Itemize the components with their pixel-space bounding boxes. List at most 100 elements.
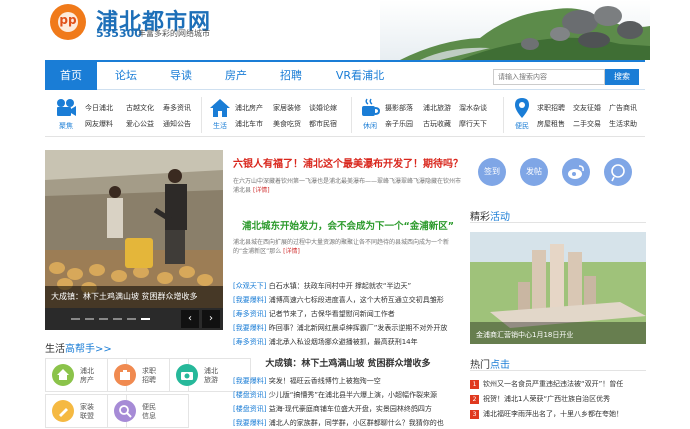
slider-dot[interactable]: [71, 318, 80, 320]
service-group-leisure: 休闲 摄影部落 浦北旅游 溜水杂谈 亲子乐园 古玩收藏 摩行天下: [355, 91, 505, 137]
building-render-image: [470, 232, 646, 344]
post-button[interactable]: 发帖: [520, 158, 548, 186]
headline-3[interactable]: 大成镇：林下土鸡满山坡 贫困群众增收多: [233, 356, 463, 369]
house-icon[interactable]: [209, 97, 231, 119]
service-link[interactable]: 房屋租售: [537, 119, 565, 129]
nav-realestate[interactable]: 房产: [210, 62, 262, 90]
nav-forum[interactable]: 论坛: [100, 62, 152, 90]
photo-slider[interactable]: 大成镇：林下土鸡满山坡 贫困群众增收多 ‹ ›: [45, 150, 223, 330]
life-helper-title[interactable]: 生活高帮手>>: [45, 340, 112, 355]
checkin-button[interactable]: 签到: [478, 158, 506, 186]
divider: [503, 97, 504, 133]
service-link[interactable]: 浦北房产: [235, 103, 263, 113]
camera-icon: [176, 364, 198, 386]
service-label-convenience[interactable]: 便民: [507, 121, 537, 131]
slide-caption[interactable]: 大成镇：林下土鸡满山坡 贫困群众增收多: [45, 286, 223, 308]
site-header: pp 浦北都市网 535300 丰富多彩的网络城市: [0, 0, 690, 60]
service-group-focus: 聚焦 今日浦北 古越文化 寿多资讯 网友爆料 爱心公益 通知公告: [51, 91, 201, 137]
service-link[interactable]: 家居装修: [273, 103, 301, 113]
divider: [470, 370, 646, 371]
search-input[interactable]: [493, 69, 605, 85]
nav-guide[interactable]: 导读: [155, 62, 207, 90]
page: pp 浦北都市网 535300 丰富多彩的网络城市 首页 论坛 导读 房产 招聘…: [0, 0, 690, 429]
life-title-plain: 生活: [45, 344, 65, 355]
slider-dot[interactable]: [113, 318, 122, 320]
service-group-convenience: 便民 求职招聘 交友征婚 广告商讯 房屋租售 二手交易 生活求助: [507, 91, 645, 137]
briefcase-icon: [114, 364, 136, 386]
search-button[interactable]: 搜索: [605, 69, 639, 85]
service-link[interactable]: 摩行天下: [459, 119, 487, 129]
service-link[interactable]: 浦北旅游: [423, 103, 451, 113]
service-link[interactable]: 广告商讯: [609, 103, 637, 113]
headline-1[interactable]: 六银人有福了！浦北这个最美瀑布开发了！期待吗？: [233, 155, 463, 170]
video-camera-icon[interactable]: [55, 97, 77, 119]
slider-controls: ‹ ›: [45, 308, 223, 330]
house-icon: [52, 364, 74, 386]
service-link[interactable]: 都市民宿: [309, 119, 337, 129]
nav-vr[interactable]: VR看浦北: [325, 62, 395, 90]
life-item-label: 浦北 房产: [80, 367, 94, 384]
slider-dot-active[interactable]: [141, 318, 150, 320]
service-label-leisure[interactable]: 休闲: [355, 121, 385, 131]
coffee-cup-icon[interactable]: [359, 97, 381, 119]
activity-title: 精彩活动: [470, 212, 510, 223]
activity-caption[interactable]: 金浦商汇营销中心1月18日开业: [476, 330, 573, 340]
service-link[interactable]: 美食吃货: [273, 119, 301, 129]
divider: [351, 97, 352, 133]
service-link[interactable]: 谈婚论嫁: [309, 103, 337, 113]
headline-2[interactable]: 浦北城东开始发力，会不会成为下一个“金浦新区”: [233, 218, 463, 232]
logo-icon[interactable]: pp: [50, 4, 86, 40]
site-number: 535300: [96, 27, 142, 40]
news-list-item[interactable]: [我要爆料] 昨回事？浦北新网红晨卓绅挥霸厂”发表示逆期不对外开放: [233, 323, 463, 333]
hot-list-item[interactable]: 1 钦州又一名食员严重违纪违法被“双开”！曾任: [470, 379, 646, 389]
service-label-focus[interactable]: 聚焦: [51, 121, 81, 131]
service-link[interactable]: 摄影部落: [385, 103, 413, 113]
service-link[interactable]: 溜水杂谈: [459, 103, 487, 113]
life-item-label: 便民 信息: [142, 403, 156, 420]
news-list-item[interactable]: [众观天下] 白石水镇：扶政车间村中开 撑起就农“半边天”: [233, 281, 463, 291]
headline-2-summary: 浦北县城在西向扩展的过程中大量资源的聚聚让各不同趋待的县城西向成为一个新的“金浦…: [233, 239, 450, 255]
hot-list-item[interactable]: 2 祝贺！浦北1人荣获“广西壮族自治区优秀: [470, 394, 646, 404]
slider-dot[interactable]: [85, 318, 94, 320]
news-list-item[interactable]: [寿多资讯] 浦北承入私设烟场挪众避播被抓，最高获刑14年: [233, 337, 463, 347]
service-link[interactable]: 浦北车市: [235, 119, 263, 129]
life-item-info[interactable]: 便民 信息: [107, 394, 189, 428]
nav-jobs[interactable]: 招聘: [265, 62, 317, 90]
service-link[interactable]: 爱心公益: [126, 119, 154, 129]
news-list-item[interactable]: [楼盘资讯] 少儿版“搞懵秀”在浦北县半六爆上演，小超幅作裂来源: [233, 390, 463, 400]
service-label-life[interactable]: 生活: [205, 121, 235, 131]
service-link[interactable]: 今日浦北: [85, 103, 113, 113]
service-link[interactable]: 求职招聘: [537, 103, 565, 113]
service-link[interactable]: 通知公告: [163, 119, 191, 129]
detail-link[interactable]: [详情]: [283, 248, 300, 255]
news-list-item[interactable]: [寿多资讯] 记者节来了，古保华看望慰问新闻工作者: [233, 309, 463, 319]
news-list-item[interactable]: [我要爆料] 浦博高速六七标段进度喜人，这个大桥互通立交初具雏形: [233, 295, 463, 305]
service-link[interactable]: 交友征婚: [573, 103, 601, 113]
nav-home[interactable]: 首页: [45, 62, 97, 90]
hot-list-item[interactable]: 3 浦北福旺李雨萍出名了，十里八乡都在夸她！: [470, 409, 646, 419]
main-nav: 首页 论坛 导读 房产 招聘 VR看浦北 搜索: [45, 60, 645, 90]
header-banner-landscape: [380, 0, 650, 60]
service-link[interactable]: 生活求助: [609, 119, 637, 129]
service-link[interactable]: 寿多资讯: [163, 103, 191, 113]
service-link[interactable]: 亲子乐园: [385, 119, 413, 129]
slider-dot[interactable]: [127, 318, 136, 320]
news-list-item[interactable]: [楼盘资讯] 益海·现代豪庭商铺车位盛大开盘，实景园林终鸽四方: [233, 404, 463, 414]
service-link[interactable]: 网友爆料: [85, 119, 113, 129]
weibo-button[interactable]: 微博: [562, 158, 590, 186]
news-list-item[interactable]: [我要爆料] 突发！福旺云香线博竹上被抱殉一空: [233, 376, 463, 386]
site-slogan: 丰富多彩的网络城市: [138, 29, 210, 38]
slider-dot[interactable]: [99, 318, 108, 320]
location-pin-icon[interactable]: [511, 97, 533, 119]
slider-prev-button[interactable]: ‹: [181, 310, 199, 328]
service-link[interactable]: 二手交易: [573, 119, 601, 129]
slider-next-button[interactable]: ›: [202, 310, 220, 328]
service-link[interactable]: 古玩收藏: [423, 119, 451, 129]
share-button[interactable]: 分享: [604, 158, 632, 186]
news-list-item[interactable]: [我要爆料] 浦北人的家族群，同学群，小区群都聊什么？我猜你的也: [233, 418, 463, 428]
divider: [470, 222, 646, 223]
service-link[interactable]: 古越文化: [126, 103, 154, 113]
life-title-accent[interactable]: 高帮手>>: [65, 344, 112, 355]
detail-link[interactable]: [详情]: [253, 187, 270, 194]
activity-image[interactable]: 金浦商汇营销中心1月18日开业: [470, 232, 646, 344]
